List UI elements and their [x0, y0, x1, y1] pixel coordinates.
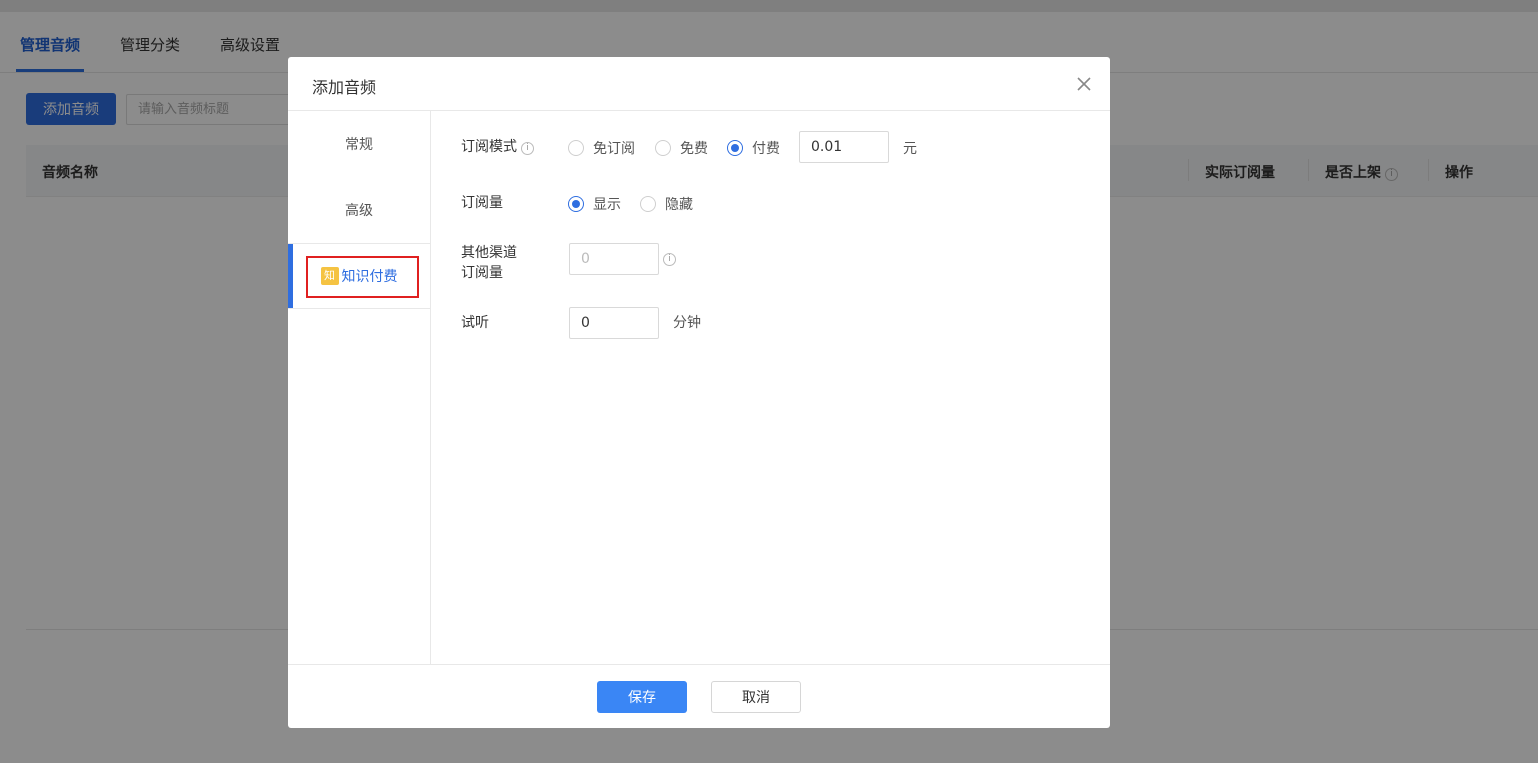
- radio-no-subscription[interactable]: 免订阅: [568, 138, 635, 158]
- side-item-label: 知识付费: [341, 269, 398, 285]
- radio-show[interactable]: 显示: [568, 194, 621, 214]
- add-audio-dialog: 添加音频 常规 高级 知 知识付费 订阅模式 i 免订阅 免费 付费 0.01 元: [288, 57, 1110, 728]
- radio-paid[interactable]: 付费: [727, 138, 780, 158]
- price-unit: 元: [903, 141, 917, 157]
- radio-label: 免订阅: [593, 141, 635, 157]
- trial-label: 试听: [461, 315, 489, 331]
- radio-circle: [568, 196, 584, 212]
- cancel-button[interactable]: 取消: [711, 681, 801, 713]
- trial-unit: 分钟: [673, 315, 701, 331]
- subscription-mode-label: 订阅模式 i: [461, 137, 534, 157]
- radio-label: 付费: [752, 141, 780, 157]
- other-channel-label-line1: 其他渠道: [461, 245, 517, 261]
- info-icon[interactable]: i: [663, 253, 676, 266]
- save-button[interactable]: 保存: [597, 681, 687, 713]
- side-item-advanced[interactable]: 高级: [288, 177, 430, 243]
- other-channel-label-line2: 订阅量: [461, 265, 503, 281]
- knowledge-pay-icon: 知: [320, 267, 339, 285]
- side-item-label: 高级: [345, 203, 373, 219]
- radio-circle: [568, 140, 584, 156]
- side-item-knowledge-pay[interactable]: 知 知识付费: [288, 243, 430, 309]
- radio-label: 免费: [680, 141, 708, 157]
- subscription-count-label: 订阅量: [461, 195, 503, 211]
- side-item-general[interactable]: 常规: [288, 111, 430, 177]
- radio-circle: [655, 140, 671, 156]
- price-input[interactable]: 0.01: [799, 131, 889, 163]
- close-icon[interactable]: [1074, 74, 1094, 94]
- info-icon[interactable]: i: [521, 142, 534, 155]
- radio-label: 隐藏: [665, 197, 693, 213]
- radio-circle: [727, 140, 743, 156]
- other-channel-label: 其他渠道 订阅量: [461, 243, 517, 283]
- radio-hide[interactable]: 隐藏: [640, 194, 693, 214]
- side-item-label: 常规: [345, 137, 373, 153]
- dialog-title: 添加音频: [312, 78, 377, 97]
- subscription-mode-text: 订阅模式: [461, 139, 517, 155]
- radio-free[interactable]: 免费: [655, 138, 708, 158]
- radio-circle: [640, 196, 656, 212]
- dialog-header: 添加音频: [288, 57, 1110, 111]
- dialog-footer: 保存 取消: [288, 664, 1110, 728]
- radio-label: 显示: [593, 197, 621, 213]
- dialog-side-nav: 常规 高级 知 知识付费: [288, 111, 431, 664]
- other-channel-input[interactable]: 0: [569, 243, 659, 275]
- trial-minutes-input[interactable]: 0: [569, 307, 659, 339]
